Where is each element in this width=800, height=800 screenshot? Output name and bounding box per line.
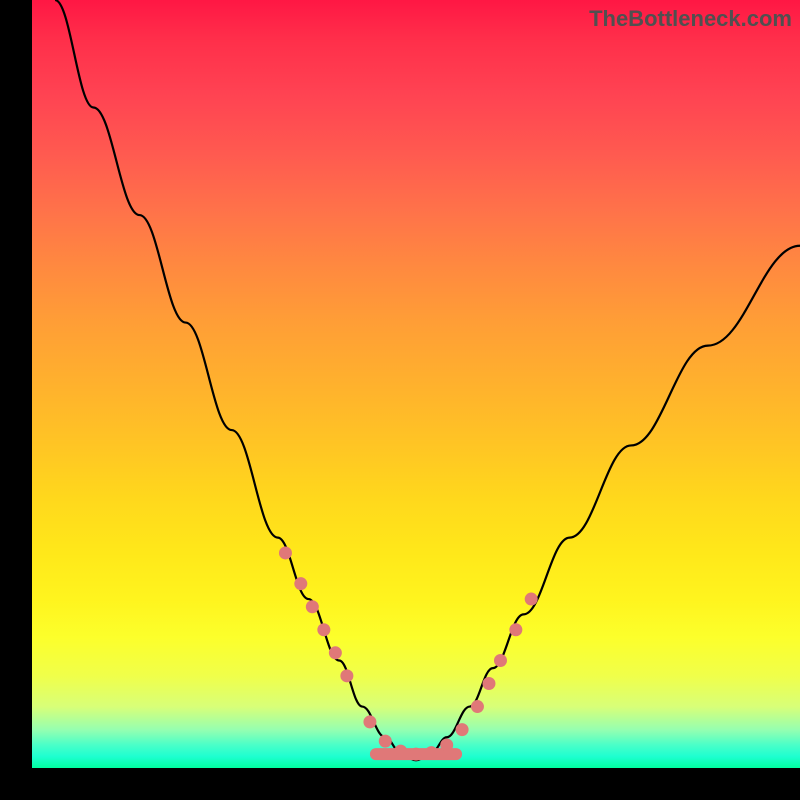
watermark: TheBottleneck.com — [589, 6, 792, 32]
left-black-strip — [0, 0, 32, 800]
bottleneck-curve-svg — [32, 0, 800, 768]
bottom-black-strip — [0, 768, 800, 800]
chart-area — [32, 0, 800, 768]
highlight-markers — [279, 546, 538, 760]
bottleneck-curve — [55, 0, 800, 760]
